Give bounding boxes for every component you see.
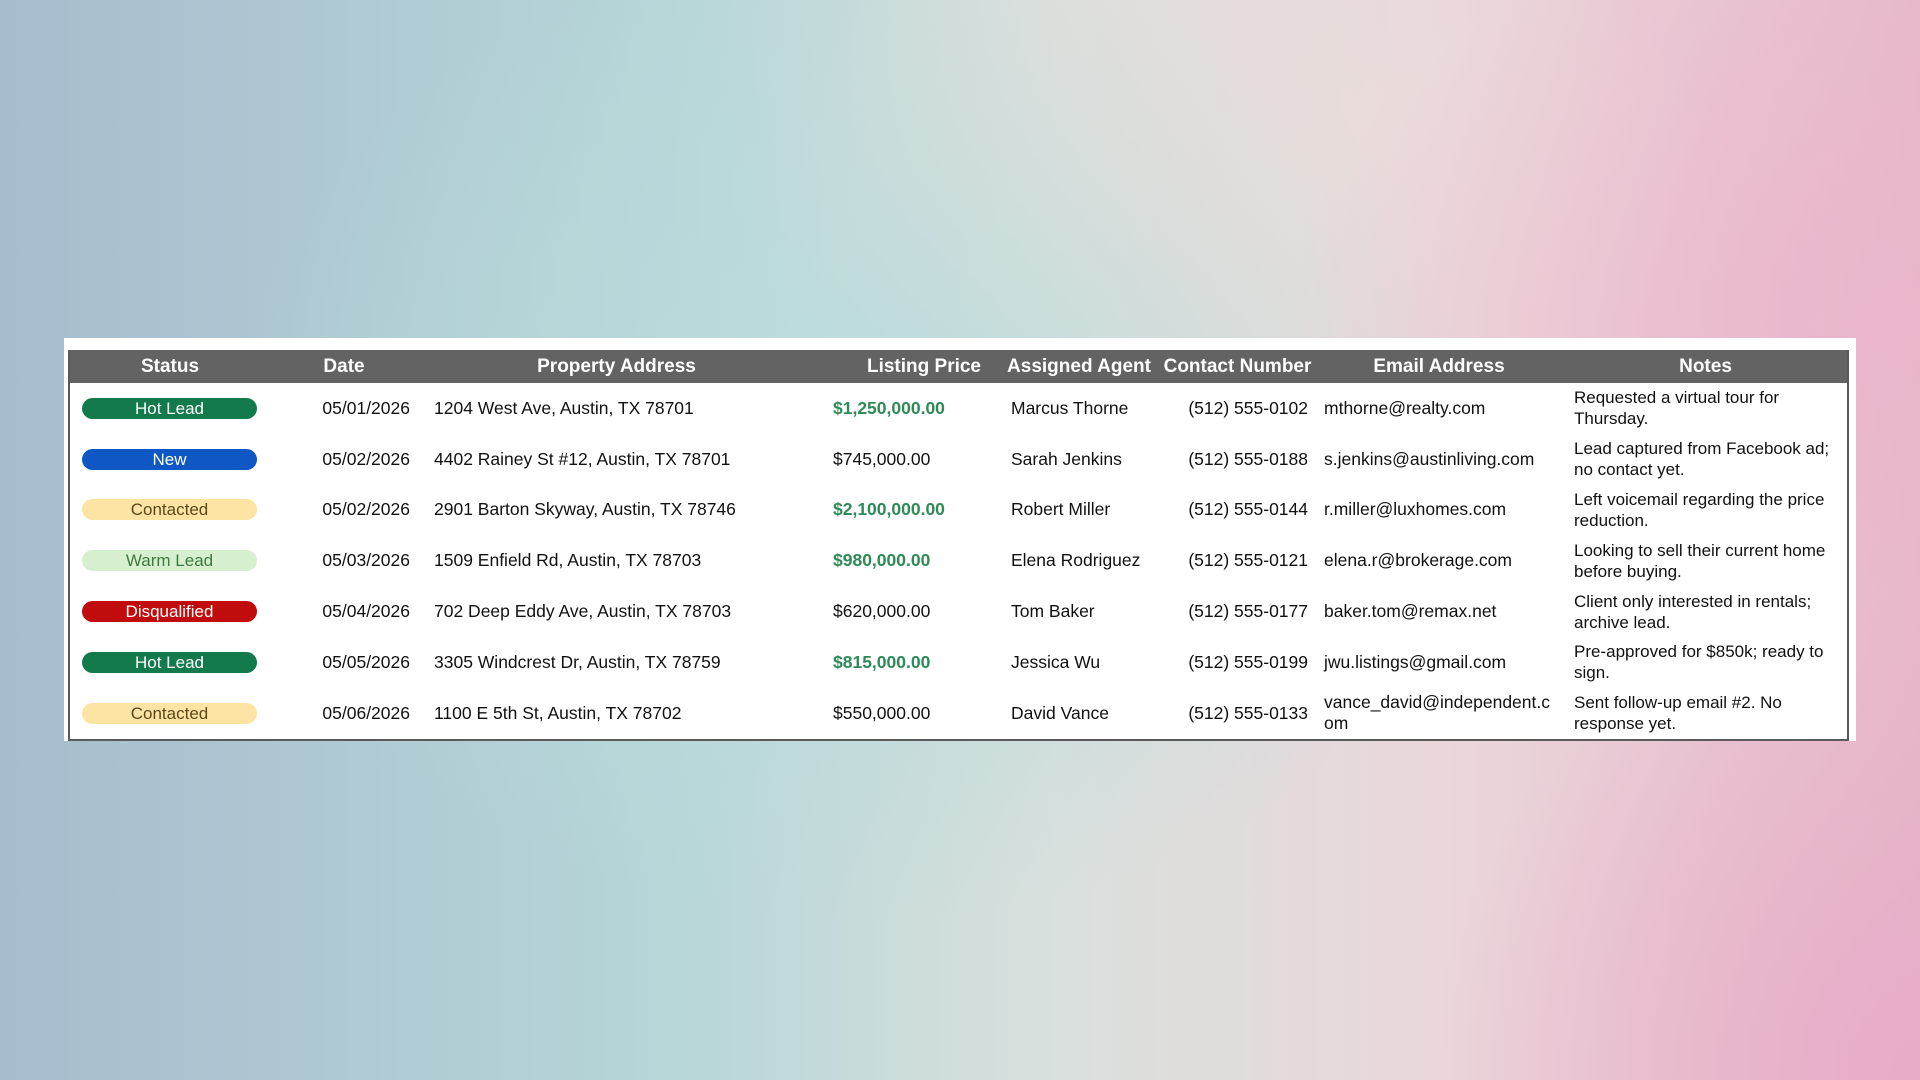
status-badge[interactable]: Contacted — [82, 702, 257, 724]
status-cell[interactable]: Disqualified — [70, 586, 270, 637]
status-cell[interactable]: Hot Lead — [70, 383, 270, 434]
column-header-assigned-agent[interactable]: Assigned Agent — [997, 350, 1161, 383]
listing-price-cell[interactable]: $815,000.00 — [815, 637, 997, 688]
leads-table-frame: Status Date Property Address Listing Pri… — [68, 350, 1849, 741]
column-header-contact-number[interactable]: Contact Number — [1161, 350, 1314, 383]
assigned-agent-cell[interactable]: Jessica Wu — [997, 637, 1161, 688]
status-badge[interactable]: Warm Lead — [82, 550, 257, 572]
header-row: Status Date Property Address Listing Pri… — [70, 350, 1847, 383]
listing-price-cell[interactable]: $980,000.00 — [815, 535, 997, 586]
email-address-cell[interactable]: jwu.listings@gmail.com — [1314, 637, 1564, 688]
assigned-agent-cell[interactable]: David Vance — [997, 688, 1161, 739]
assigned-agent-cell[interactable]: Sarah Jenkins — [997, 434, 1161, 485]
date-cell[interactable]: 05/04/2026 — [270, 586, 418, 637]
column-header-email-address[interactable]: Email Address — [1314, 350, 1564, 383]
column-header-listing-price[interactable]: Listing Price — [815, 350, 997, 383]
status-badge[interactable]: New — [82, 448, 257, 470]
email-address-cell[interactable]: r.miller@luxhomes.com — [1314, 485, 1564, 536]
table-row: New 05/02/2026 4402 Rainey St #12, Austin,… — [70, 434, 1847, 485]
contact-number-cell[interactable]: (512) 555-0144 — [1161, 485, 1314, 536]
email-address-cell[interactable]: baker.tom@remax.net — [1314, 586, 1564, 637]
contact-number-cell[interactable]: (512) 555-0133 — [1161, 688, 1314, 739]
property-address-cell[interactable]: 702 Deep Eddy Ave, Austin, TX 78703 — [418, 586, 815, 637]
date-cell[interactable]: 05/06/2026 — [270, 688, 418, 739]
contact-number-cell[interactable]: (512) 555-0177 — [1161, 586, 1314, 637]
notes-cell[interactable]: Pre-approved for $850k; ready to sign. — [1564, 637, 1847, 688]
status-badge[interactable]: Hot Lead — [82, 651, 257, 673]
assigned-agent-cell[interactable]: Marcus Thorne — [997, 383, 1161, 434]
date-cell[interactable]: 05/02/2026 — [270, 485, 418, 536]
listing-price-cell[interactable]: $620,000.00 — [815, 586, 997, 637]
table-row: Hot Lead 05/01/2026 1204 West Ave, Austin,… — [70, 383, 1847, 434]
column-header-date[interactable]: Date — [270, 350, 418, 383]
leads-table: Status Date Property Address Listing Pri… — [70, 350, 1847, 739]
notes-cell[interactable]: Lead captured from Facebook ad; no conta… — [1564, 434, 1847, 485]
listing-price-cell[interactable]: $1,250,000.00 — [815, 383, 997, 434]
contact-number-cell[interactable]: (512) 555-0188 — [1161, 434, 1314, 485]
table-row: Hot Lead 05/05/2026 3305 Windcrest Dr, Aus… — [70, 637, 1847, 688]
status-badge[interactable]: Hot Lead — [82, 397, 257, 419]
listing-price-cell[interactable]: $550,000.00 — [815, 688, 997, 739]
notes-cell[interactable]: Looking to sell their current home befor… — [1564, 535, 1847, 586]
table-body: Hot Lead 05/01/2026 1204 West Ave, Austin,… — [70, 383, 1847, 739]
table-row: Disqualified 05/04/2026 702 Deep Eddy Ave,… — [70, 586, 1847, 637]
property-address-cell[interactable]: 4402 Rainey St #12, Austin, TX 78701 — [418, 434, 815, 485]
property-address-cell[interactable]: 1100 E 5th St, Austin, TX 78702 — [418, 688, 815, 739]
email-address-cell[interactable]: s.jenkins@austinliving.com — [1314, 434, 1564, 485]
assigned-agent-cell[interactable]: Elena Rodriguez — [997, 535, 1161, 586]
column-header-property-address[interactable]: Property Address — [418, 350, 815, 383]
notes-cell[interactable]: Sent follow-up email #2. No response yet… — [1564, 688, 1847, 739]
date-cell[interactable]: 05/02/2026 — [270, 434, 418, 485]
listing-price-cell[interactable]: $745,000.00 — [815, 434, 997, 485]
property-address-cell[interactable]: 3305 Windcrest Dr, Austin, TX 78759 — [418, 637, 815, 688]
email-address-cell[interactable]: mthorne@realty.com — [1314, 383, 1564, 434]
contact-number-cell[interactable]: (512) 555-0199 — [1161, 637, 1314, 688]
property-address-cell[interactable]: 1204 West Ave, Austin, TX 78701 — [418, 383, 815, 434]
contact-number-cell[interactable]: (512) 555-0121 — [1161, 535, 1314, 586]
email-address-cell[interactable]: vance_david@independent.com — [1314, 688, 1564, 739]
status-cell[interactable]: Contacted — [70, 688, 270, 739]
date-cell[interactable]: 05/03/2026 — [270, 535, 418, 586]
table-row: Contacted 05/02/2026 2901 Barton Skyway, A… — [70, 485, 1847, 536]
assigned-agent-cell[interactable]: Tom Baker — [997, 586, 1161, 637]
spreadsheet-panel: Status Date Property Address Listing Pri… — [64, 338, 1856, 741]
column-header-notes[interactable]: Notes — [1564, 350, 1847, 383]
contact-number-cell[interactable]: (512) 555-0102 — [1161, 383, 1314, 434]
date-cell[interactable]: 05/05/2026 — [270, 637, 418, 688]
property-address-cell[interactable]: 1509 Enfield Rd, Austin, TX 78703 — [418, 535, 815, 586]
property-address-cell[interactable]: 2901 Barton Skyway, Austin, TX 78746 — [418, 485, 815, 536]
notes-cell[interactable]: Client only interested in rentals; archi… — [1564, 586, 1847, 637]
date-cell[interactable]: 05/01/2026 — [270, 383, 418, 434]
notes-cell[interactable]: Left voicemail regarding the price reduc… — [1564, 485, 1847, 536]
status-cell[interactable]: Contacted — [70, 485, 270, 536]
column-header-status[interactable]: Status — [70, 350, 270, 383]
status-cell[interactable]: New — [70, 434, 270, 485]
table-row: Contacted 05/06/2026 1100 E 5th St, Austin… — [70, 688, 1847, 739]
status-badge[interactable]: Disqualified — [82, 601, 257, 623]
listing-price-cell[interactable]: $2,100,000.00 — [815, 485, 997, 536]
notes-cell[interactable]: Requested a virtual tour for Thursday. — [1564, 383, 1847, 434]
assigned-agent-cell[interactable]: Robert Miller — [997, 485, 1161, 536]
status-badge[interactable]: Contacted — [82, 499, 257, 521]
status-cell[interactable]: Hot Lead — [70, 637, 270, 688]
table-row: Warm Lead 05/03/2026 1509 Enfield Rd, Aust… — [70, 535, 1847, 586]
email-address-cell[interactable]: elena.r@brokerage.com — [1314, 535, 1564, 586]
status-cell[interactable]: Warm Lead — [70, 535, 270, 586]
